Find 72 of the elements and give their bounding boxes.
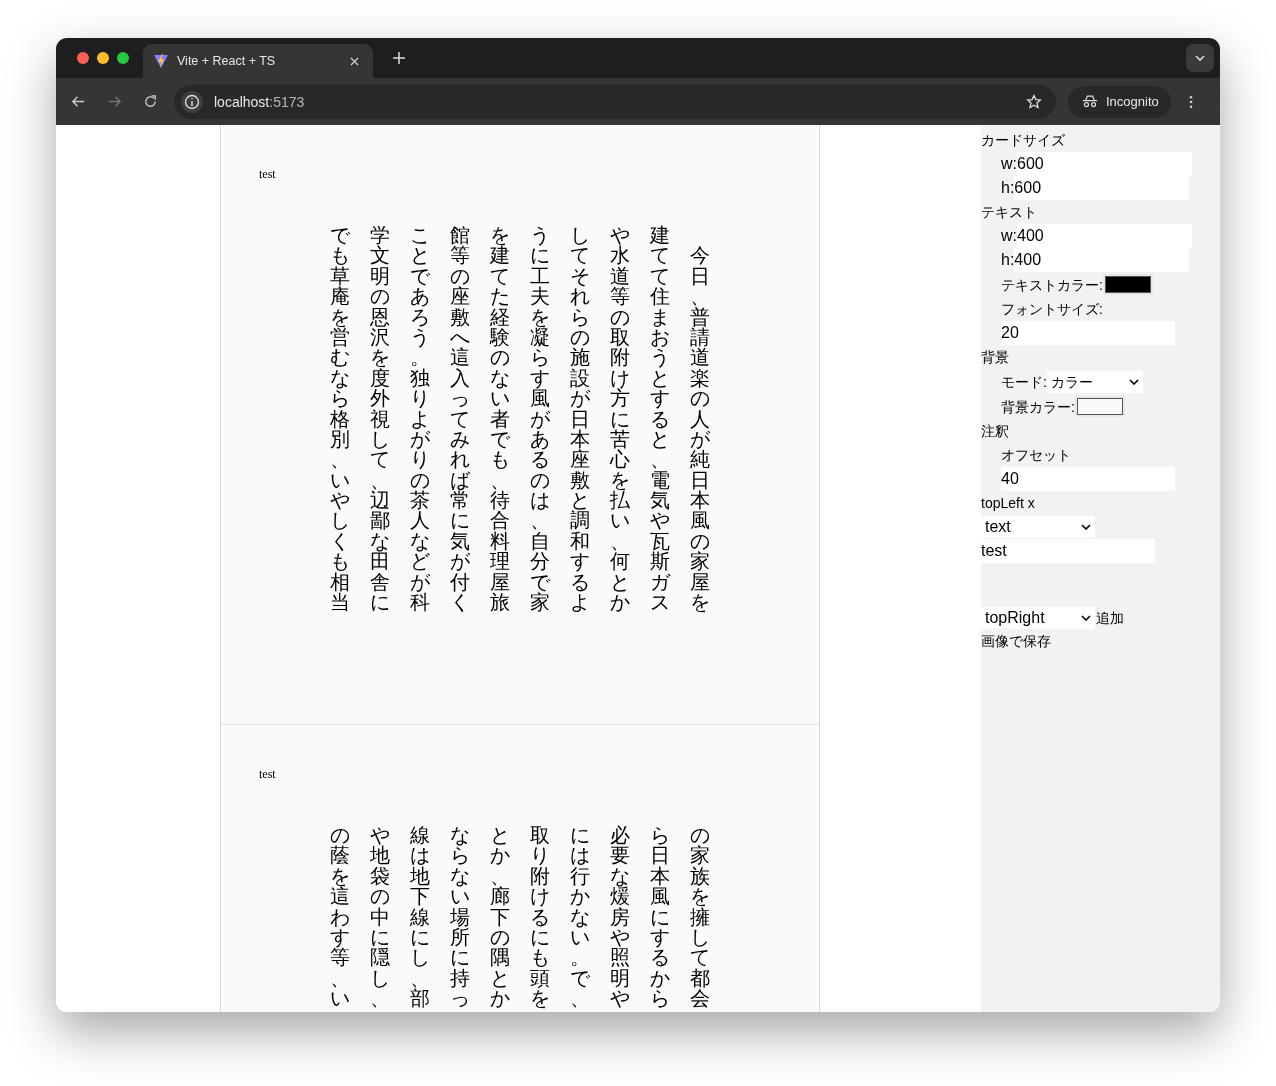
- spy-hat-glasses-icon: [1082, 95, 1098, 108]
- menu-icon[interactable]: [1188, 94, 1193, 109]
- address-bar[interactable]: localhost:5173: [174, 84, 1056, 119]
- text-column: ことであろう。独りよがりの茶人などが科: [410, 225, 430, 625]
- color-picker[interactable]: [1074, 396, 1125, 417]
- field-label: h:: [1001, 178, 1015, 198]
- input-field[interactable]: 600: [1017, 152, 1192, 176]
- section-heading: 注釈: [981, 422, 1009, 441]
- input-field[interactable]: 400: [1014, 248, 1190, 272]
- text-column: 必要な煖房や照明や: [610, 825, 630, 1012]
- mode-select[interactable]: カラー: [1046, 370, 1143, 393]
- caret-icon: [1128, 378, 1139, 385]
- new-tab-icon[interactable]: [393, 52, 405, 64]
- text-column: ならない場所に持っ: [450, 825, 470, 1012]
- dropdown-chevron-icon[interactable]: [1186, 44, 1214, 72]
- text-column: うに工夫を凝らす風があるのは、自分で家: [530, 225, 550, 625]
- field-label: テキストカラー:: [1001, 275, 1103, 295]
- field-label: w:: [1001, 226, 1017, 246]
- browser-tab[interactable]: Vite + React + TS: [143, 44, 373, 78]
- type-select[interactable]: text: [981, 516, 1095, 538]
- text-column: の蔭を這わす等、い: [330, 825, 350, 1012]
- section-heading: 背景: [981, 348, 1009, 367]
- field-label: オフセット: [1001, 446, 1071, 465]
- close-icon[interactable]: [350, 56, 359, 66]
- caret-icon: [1081, 615, 1091, 621]
- text-column: を建てた経験のない者でも、待合料理屋旅: [490, 225, 510, 625]
- close-window-icon[interactable]: [77, 52, 89, 64]
- caret-icon: [1081, 524, 1091, 530]
- input-field[interactable]: 20: [1001, 321, 1175, 345]
- field-label: w:: [1001, 154, 1017, 174]
- field-label: h:: [1001, 250, 1015, 270]
- field-label: フォントサイズ:: [1001, 300, 1103, 319]
- color-picker[interactable]: [1102, 274, 1153, 295]
- annotation-label: test: [259, 167, 276, 182]
- text-column: や地袋の中に隠し、: [370, 825, 390, 1012]
- text-column: してそれらの施設が日本座敷と調和するよ: [570, 225, 590, 625]
- text-column: 学文明の恩沢を度外視して、辺鄙な田舎に: [370, 225, 390, 625]
- field-label: 背景カラー:: [1001, 397, 1075, 417]
- text-column: でも草庵を営むなら格別、いやしくも相当: [330, 225, 350, 625]
- input-field[interactable]: 600: [1014, 176, 1190, 200]
- forward-icon[interactable]: [107, 94, 122, 109]
- text-column: の家族を擁して都会: [690, 825, 710, 1012]
- field-label: モード:: [1001, 372, 1047, 392]
- text-column: 取り附けるにも頭を: [530, 825, 550, 1012]
- info-icon[interactable]: [180, 89, 204, 114]
- minimize-window-icon[interactable]: [97, 52, 109, 64]
- annotation-label: test: [259, 767, 276, 782]
- add-button[interactable]: 追加: [1095, 606, 1124, 630]
- text-column: とか、廊下の隅とか: [490, 825, 510, 1012]
- bookmark-star-icon[interactable]: [1026, 93, 1042, 110]
- input-field[interactable]: 40: [1001, 467, 1175, 491]
- maximize-window-icon[interactable]: [117, 52, 129, 64]
- input-field[interactable]: 400: [1017, 224, 1192, 248]
- text-column: には行かない。で、: [570, 825, 590, 1012]
- section-heading: テキスト: [981, 203, 1037, 222]
- text-column: や水道等の取附け方に苦心を払い、何とか: [610, 225, 630, 625]
- text-column: 線は地下線にし、部: [410, 825, 430, 1012]
- text-column: 今日、普請道楽の人が純日本風の家屋を: [690, 225, 710, 625]
- lightning-logo-icon: [153, 53, 169, 69]
- input-field[interactable]: test: [981, 539, 1155, 563]
- tab-title: Vite + React + TS: [177, 54, 277, 68]
- text-column: 建てて住まおうとすると、電気や瓦斯ガス: [650, 225, 670, 625]
- text-column: ら日本風にするから: [650, 825, 670, 1012]
- url-text: localhost:5173: [214, 93, 306, 110]
- incognito-button[interactable]: Incognito: [1068, 85, 1171, 118]
- save-image-button[interactable]: 画像で保存: [981, 630, 1051, 654]
- section-heading: topLeft x: [981, 494, 1035, 513]
- section-heading: カードサイズ: [981, 131, 1065, 150]
- reload-icon[interactable]: [143, 94, 158, 109]
- position-select[interactable]: topRight: [981, 607, 1095, 629]
- back-icon[interactable]: [71, 94, 86, 109]
- text-column: 館等の座敷へ這入ってみれば常に気が付く: [450, 225, 470, 625]
